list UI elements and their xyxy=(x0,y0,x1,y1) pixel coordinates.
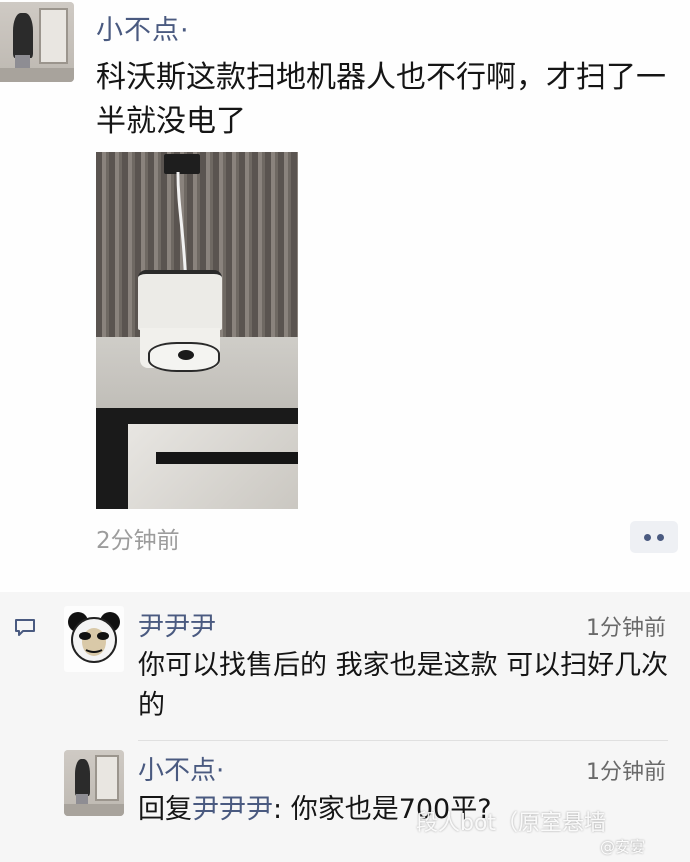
moment-post: 小不点· 科沃斯这款扫地机器人也不行啊，才扫了一半就没电了 2分钟前 xyxy=(0,0,690,590)
more-actions-button[interactable] xyxy=(630,521,678,553)
comment-author-name[interactable]: 小不点· xyxy=(138,750,224,787)
avatar-floor xyxy=(64,804,124,816)
avatar-door xyxy=(95,755,120,802)
post-timestamp: 2分钟前 xyxy=(96,528,180,554)
panda-face-icon xyxy=(68,612,120,663)
panda-meme-avatar[interactable] xyxy=(64,606,124,672)
commenter-avatar[interactable] xyxy=(64,750,124,816)
photo-base-station xyxy=(138,270,222,330)
more-dots-icon xyxy=(657,533,664,541)
reply-target-name[interactable]: 尹尹尹 xyxy=(192,794,273,825)
photo-robot-sensor xyxy=(178,350,194,360)
watermark-handle: @安宴 xyxy=(600,838,646,856)
comment-author-name[interactable]: 尹尹尹 xyxy=(138,606,216,643)
reply-colon: : xyxy=(273,794,283,825)
reply-label: 回复 xyxy=(138,794,192,825)
photo-marble-tile xyxy=(128,424,298,509)
avatar-person xyxy=(74,759,91,797)
avatar-person xyxy=(13,13,33,58)
comment-timestamp: 1分钟前 xyxy=(586,616,666,641)
photo-marble-edge xyxy=(156,452,298,464)
post-author-name[interactable]: 小不点· xyxy=(96,8,190,47)
watermark-text: 段人bot（原室悬墙 xyxy=(416,811,607,836)
comment-divider xyxy=(138,740,668,741)
more-dots-icon xyxy=(644,533,651,541)
author-avatar[interactable] xyxy=(0,2,74,82)
post-text: 科沃斯这款扫地机器人也不行啊，才扫了一半就没电了 xyxy=(96,60,666,139)
comment-timestamp: 1分钟前 xyxy=(586,760,666,785)
post-photo[interactable] xyxy=(96,152,298,509)
comment-text: 你可以找售后的 我家也是这款 可以扫好几次的 xyxy=(138,650,669,721)
avatar-floor xyxy=(0,67,74,82)
comment-icon xyxy=(15,619,35,636)
avatar-door xyxy=(38,8,69,65)
